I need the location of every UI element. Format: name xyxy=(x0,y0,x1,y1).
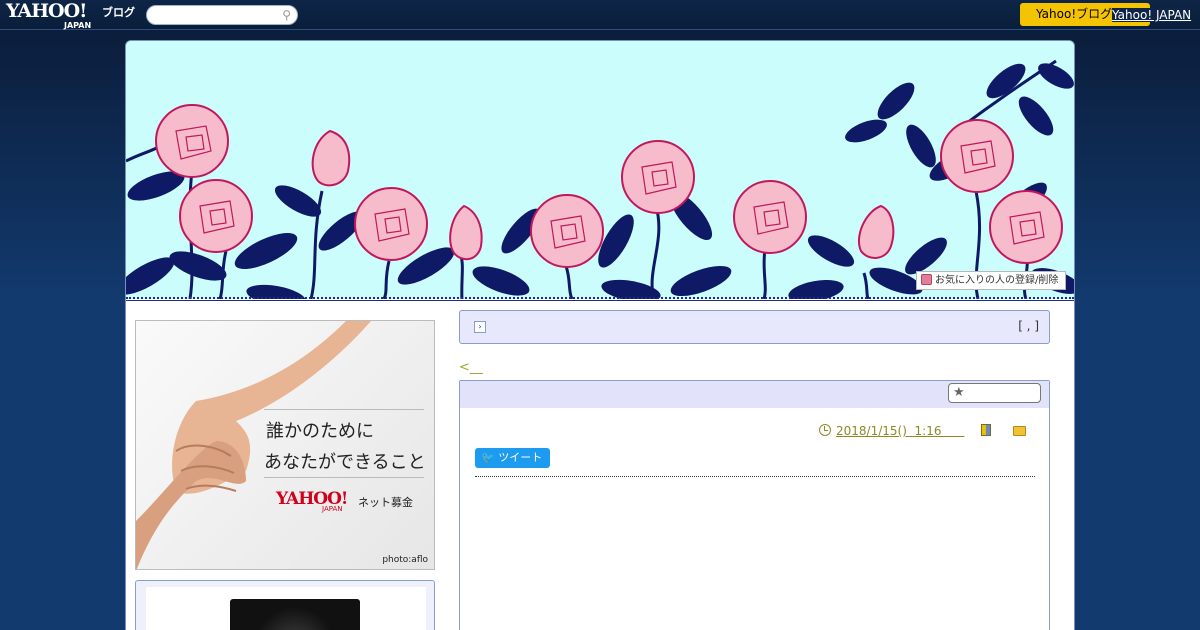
twitter-bird-icon: 🐦 xyxy=(481,451,499,464)
star-icon: ★ xyxy=(953,385,965,400)
ad-divider-bottom xyxy=(264,477,424,478)
ad-headline-2: あなたができること xyxy=(264,452,426,473)
header-divider xyxy=(126,297,1074,301)
top-navigation-bar: YAHOO! JAPAN ブログ ⚲ Yahoo!ブログ Yahoo! JAPAN xyxy=(0,0,1200,30)
tweet-label: ツイート xyxy=(498,451,543,464)
ad-photo-credit: photo:aflo xyxy=(382,555,428,565)
entry-header: ★ xyxy=(460,381,1049,408)
tweet-button[interactable]: 🐦 ツイート xyxy=(475,448,550,468)
star-button[interactable]: ★ xyxy=(948,383,1041,403)
service-name[interactable]: ブログ xyxy=(102,4,135,20)
book-icon[interactable] xyxy=(981,424,991,436)
blog-title-bar: › [ , ] xyxy=(459,310,1050,344)
rose-illustration xyxy=(126,59,1074,299)
logo-subtext: JAPAN xyxy=(64,21,92,30)
blog-entry: ★ 2018/1/15() 1:16 🐦 ツイート xyxy=(459,380,1050,630)
clock-icon xyxy=(819,424,831,436)
profile-inner xyxy=(146,587,426,630)
profile-avatar[interactable] xyxy=(230,599,360,630)
previous-entry-link[interactable]: <__ xyxy=(459,360,483,375)
favorite-label: お気に入りの人の登録/削除 xyxy=(935,275,1059,286)
blog-header-banner: お気に入りの人の登録/削除 xyxy=(126,41,1074,299)
folder-icon[interactable] xyxy=(1013,426,1026,436)
handshake-image xyxy=(136,321,371,569)
entry-divider xyxy=(475,476,1035,477)
charity-ad-banner[interactable]: 誰かのために あなたができること YAHOO! JAPAN ネット募金 phot… xyxy=(135,320,435,570)
search-input[interactable]: ⚲ xyxy=(146,5,298,25)
ad-service-name: ネット募金 xyxy=(358,496,413,509)
profile-panel xyxy=(135,580,435,630)
ad-brand-sublogo: JAPAN xyxy=(322,505,343,513)
title-meta: [ , ] xyxy=(1018,319,1039,333)
favorite-icon xyxy=(921,274,932,285)
arrow-icon[interactable]: › xyxy=(474,321,486,333)
search-icon[interactable]: ⚲ xyxy=(282,8,291,22)
yahoo-logo[interactable]: YAHOO! JAPAN xyxy=(6,2,91,31)
ad-headline-1: 誰かのために xyxy=(266,421,374,442)
blog-container: お気に入りの人の登録/削除 誰かのために あなたができること YAHOO! JA… xyxy=(125,40,1075,630)
ad-divider-top xyxy=(264,409,424,410)
yahoo-japan-link[interactable]: Yahoo! JAPAN xyxy=(1112,8,1192,22)
favorite-register-button[interactable]: お気に入りの人の登録/削除 xyxy=(916,271,1066,290)
entry-date-link[interactable]: 2018/1/15() 1:16 xyxy=(836,424,964,438)
